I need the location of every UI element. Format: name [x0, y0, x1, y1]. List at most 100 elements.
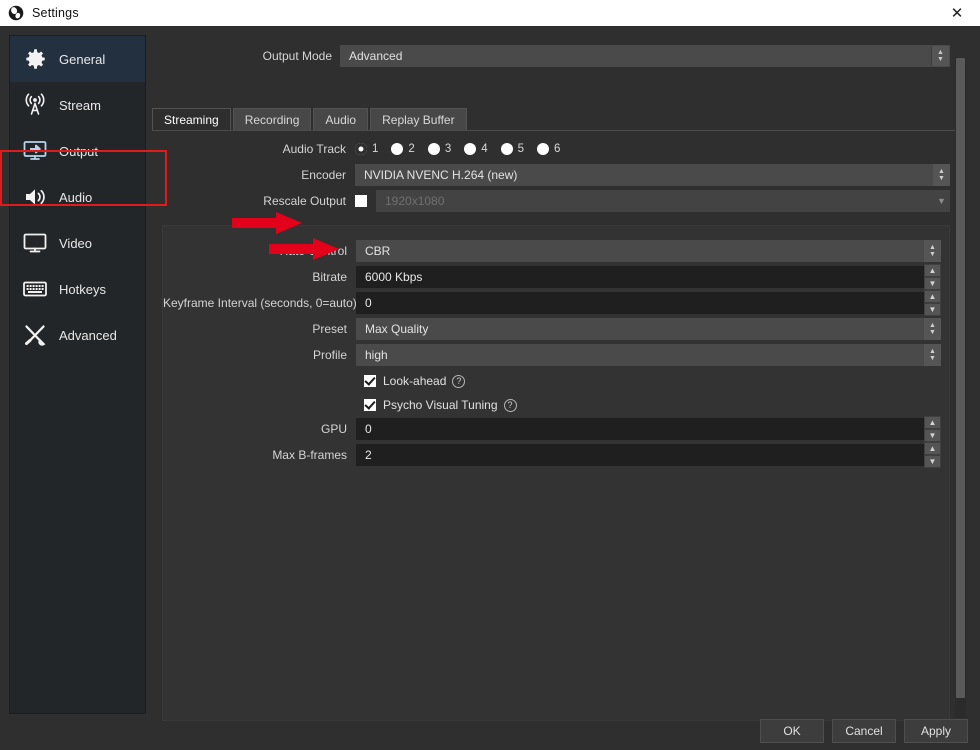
audio-track-option-label: 1 [372, 143, 378, 155]
max-b-frames-stepper[interactable]: ▲ ▼ [924, 442, 941, 468]
chevron-updown-icon[interactable]: ▲▼ [933, 164, 950, 186]
close-icon[interactable]: ✕ [934, 0, 980, 26]
radio-icon [537, 143, 549, 155]
gpu-row: GPU 0 ▲ ▼ [163, 418, 941, 440]
bitrate-label: Bitrate [163, 270, 356, 284]
profile-label: Profile [163, 348, 356, 362]
bitrate-stepper[interactable]: ▲ ▼ [924, 264, 941, 290]
chevron-updown-icon[interactable]: ▲▼ [924, 344, 941, 366]
chevron-updown-icon[interactable]: ▲▼ [924, 318, 941, 340]
rate-control-select[interactable]: CBR [356, 240, 941, 262]
keyframe-interval-row: Keyframe Interval (seconds, 0=auto) 0 ▲ … [163, 292, 941, 314]
audio-track-radio-group: 1 2 3 4 5 [355, 143, 573, 155]
stepper-up-icon[interactable]: ▲ [924, 442, 941, 455]
audio-track-option-1[interactable]: 1 [355, 143, 378, 155]
bitrate-value: 6000 Kbps [365, 270, 422, 284]
sidebar-item-output[interactable]: Output [10, 128, 145, 174]
cancel-button[interactable]: Cancel [832, 719, 896, 743]
stepper-up-icon[interactable]: ▲ [924, 264, 941, 277]
audio-track-option-label: 4 [481, 143, 487, 155]
keyframe-interval-input[interactable]: 0 [356, 292, 941, 314]
scrollbar-thumb[interactable] [956, 58, 965, 698]
tab-audio[interactable]: Audio [313, 108, 368, 130]
rescale-output-row: Rescale Output 1920x1080 ▼ [150, 190, 950, 212]
encoder-field: NVIDIA NVENC H.264 (new) ▲▼ [355, 164, 950, 186]
encoder-select[interactable]: NVIDIA NVENC H.264 (new) [355, 164, 950, 186]
encoder-row: Encoder NVIDIA NVENC H.264 (new) ▲▼ [150, 164, 950, 186]
sidebar-item-label: Stream [59, 98, 101, 113]
settings-sidebar: General Stream Output [9, 35, 146, 714]
settings-content-panel: Output Mode Advanced ▲▼ Streaming Record… [150, 26, 970, 716]
gpu-field: 0 ▲ ▼ [356, 418, 941, 440]
sidebar-item-hotkeys[interactable]: Hotkeys [10, 266, 145, 312]
radio-icon [464, 143, 476, 155]
max-b-frames-label: Max B-frames [163, 448, 356, 462]
rate-control-value: CBR [365, 244, 390, 258]
audio-track-option-label: 3 [445, 143, 451, 155]
look-ahead-checkbox[interactable] [364, 375, 376, 387]
stepper-up-icon[interactable]: ▲ [924, 416, 941, 429]
audio-track-option-5[interactable]: 5 [501, 143, 524, 155]
audio-track-option-6[interactable]: 6 [537, 143, 560, 155]
encoder-value: NVIDIA NVENC H.264 (new) [364, 168, 517, 182]
radio-icon [391, 143, 403, 155]
keyframe-interval-stepper[interactable]: ▲ ▼ [924, 290, 941, 316]
sidebar-item-stream[interactable]: Stream [10, 82, 145, 128]
rescale-output-select: 1920x1080 [376, 190, 950, 212]
psycho-visual-tuning-label: Psycho Visual Tuning [383, 398, 498, 412]
radio-icon [428, 143, 440, 155]
window-title: Settings [32, 6, 79, 20]
chevron-down-icon: ▼ [933, 190, 950, 212]
speaker-icon [20, 182, 50, 212]
encoder-label: Encoder [150, 168, 355, 182]
profile-select[interactable]: high [356, 344, 941, 366]
sidebar-item-label: General [59, 52, 105, 67]
ok-button[interactable]: OK [760, 719, 824, 743]
chevron-updown-icon[interactable]: ▲▼ [931, 46, 949, 66]
bitrate-input[interactable]: 6000 Kbps [356, 266, 941, 288]
apply-button[interactable]: Apply [904, 719, 968, 743]
audio-track-option-3[interactable]: 3 [428, 143, 451, 155]
stepper-down-icon[interactable]: ▼ [924, 455, 941, 468]
stepper-down-icon[interactable]: ▼ [924, 277, 941, 290]
chevron-updown-icon[interactable]: ▲▼ [924, 240, 941, 262]
tab-streaming[interactable]: Streaming [152, 108, 231, 130]
preset-value: Max Quality [365, 322, 428, 336]
stepper-down-icon[interactable]: ▼ [924, 303, 941, 316]
obs-logo-icon [8, 5, 24, 21]
stepper-up-icon[interactable]: ▲ [924, 290, 941, 303]
preset-select[interactable]: Max Quality [356, 318, 941, 340]
help-icon[interactable]: ? [504, 399, 517, 412]
max-b-frames-input[interactable]: 2 [356, 444, 941, 466]
broadcast-icon [20, 90, 50, 120]
output-mode-label: Output Mode [150, 49, 340, 63]
audio-track-option-2[interactable]: 2 [391, 143, 414, 155]
output-mode-value: Advanced [349, 49, 402, 63]
output-tabs: Streaming Recording Audio Replay Buffer [152, 108, 958, 131]
tab-replay-buffer[interactable]: Replay Buffer [370, 108, 467, 130]
stepper-down-icon[interactable]: ▼ [924, 429, 941, 442]
tab-recording[interactable]: Recording [233, 108, 312, 130]
gpu-stepper[interactable]: ▲ ▼ [924, 416, 941, 442]
content-scrollbar[interactable] [955, 58, 966, 718]
max-b-frames-value: 2 [365, 448, 372, 462]
sidebar-item-audio[interactable]: Audio [10, 174, 145, 220]
rate-control-row: Rate Control CBR ▲▼ [163, 240, 941, 262]
sidebar-item-general[interactable]: General [10, 36, 145, 82]
gpu-input[interactable]: 0 [356, 418, 941, 440]
rescale-output-value: 1920x1080 [385, 194, 444, 208]
psycho-visual-tuning-checkbox[interactable] [364, 399, 376, 411]
audio-track-option-4[interactable]: 4 [464, 143, 487, 155]
output-mode-select[interactable]: Advanced ▲▼ [340, 45, 950, 67]
help-icon[interactable]: ? [452, 375, 465, 388]
bitrate-row: Bitrate 6000 Kbps ▲ ▼ [163, 266, 941, 288]
sidebar-item-advanced[interactable]: Advanced [10, 312, 145, 358]
sidebar-item-video[interactable]: Video [10, 220, 145, 266]
preset-label: Preset [163, 322, 356, 336]
audio-track-row: Audio Track 1 2 3 4 [150, 138, 950, 160]
monitor-arrow-icon [20, 136, 50, 166]
rate-control-field: CBR ▲▼ [356, 240, 941, 262]
rescale-output-checkbox[interactable] [355, 195, 367, 207]
audio-track-label: Audio Track [150, 142, 355, 156]
tools-icon [20, 320, 50, 350]
